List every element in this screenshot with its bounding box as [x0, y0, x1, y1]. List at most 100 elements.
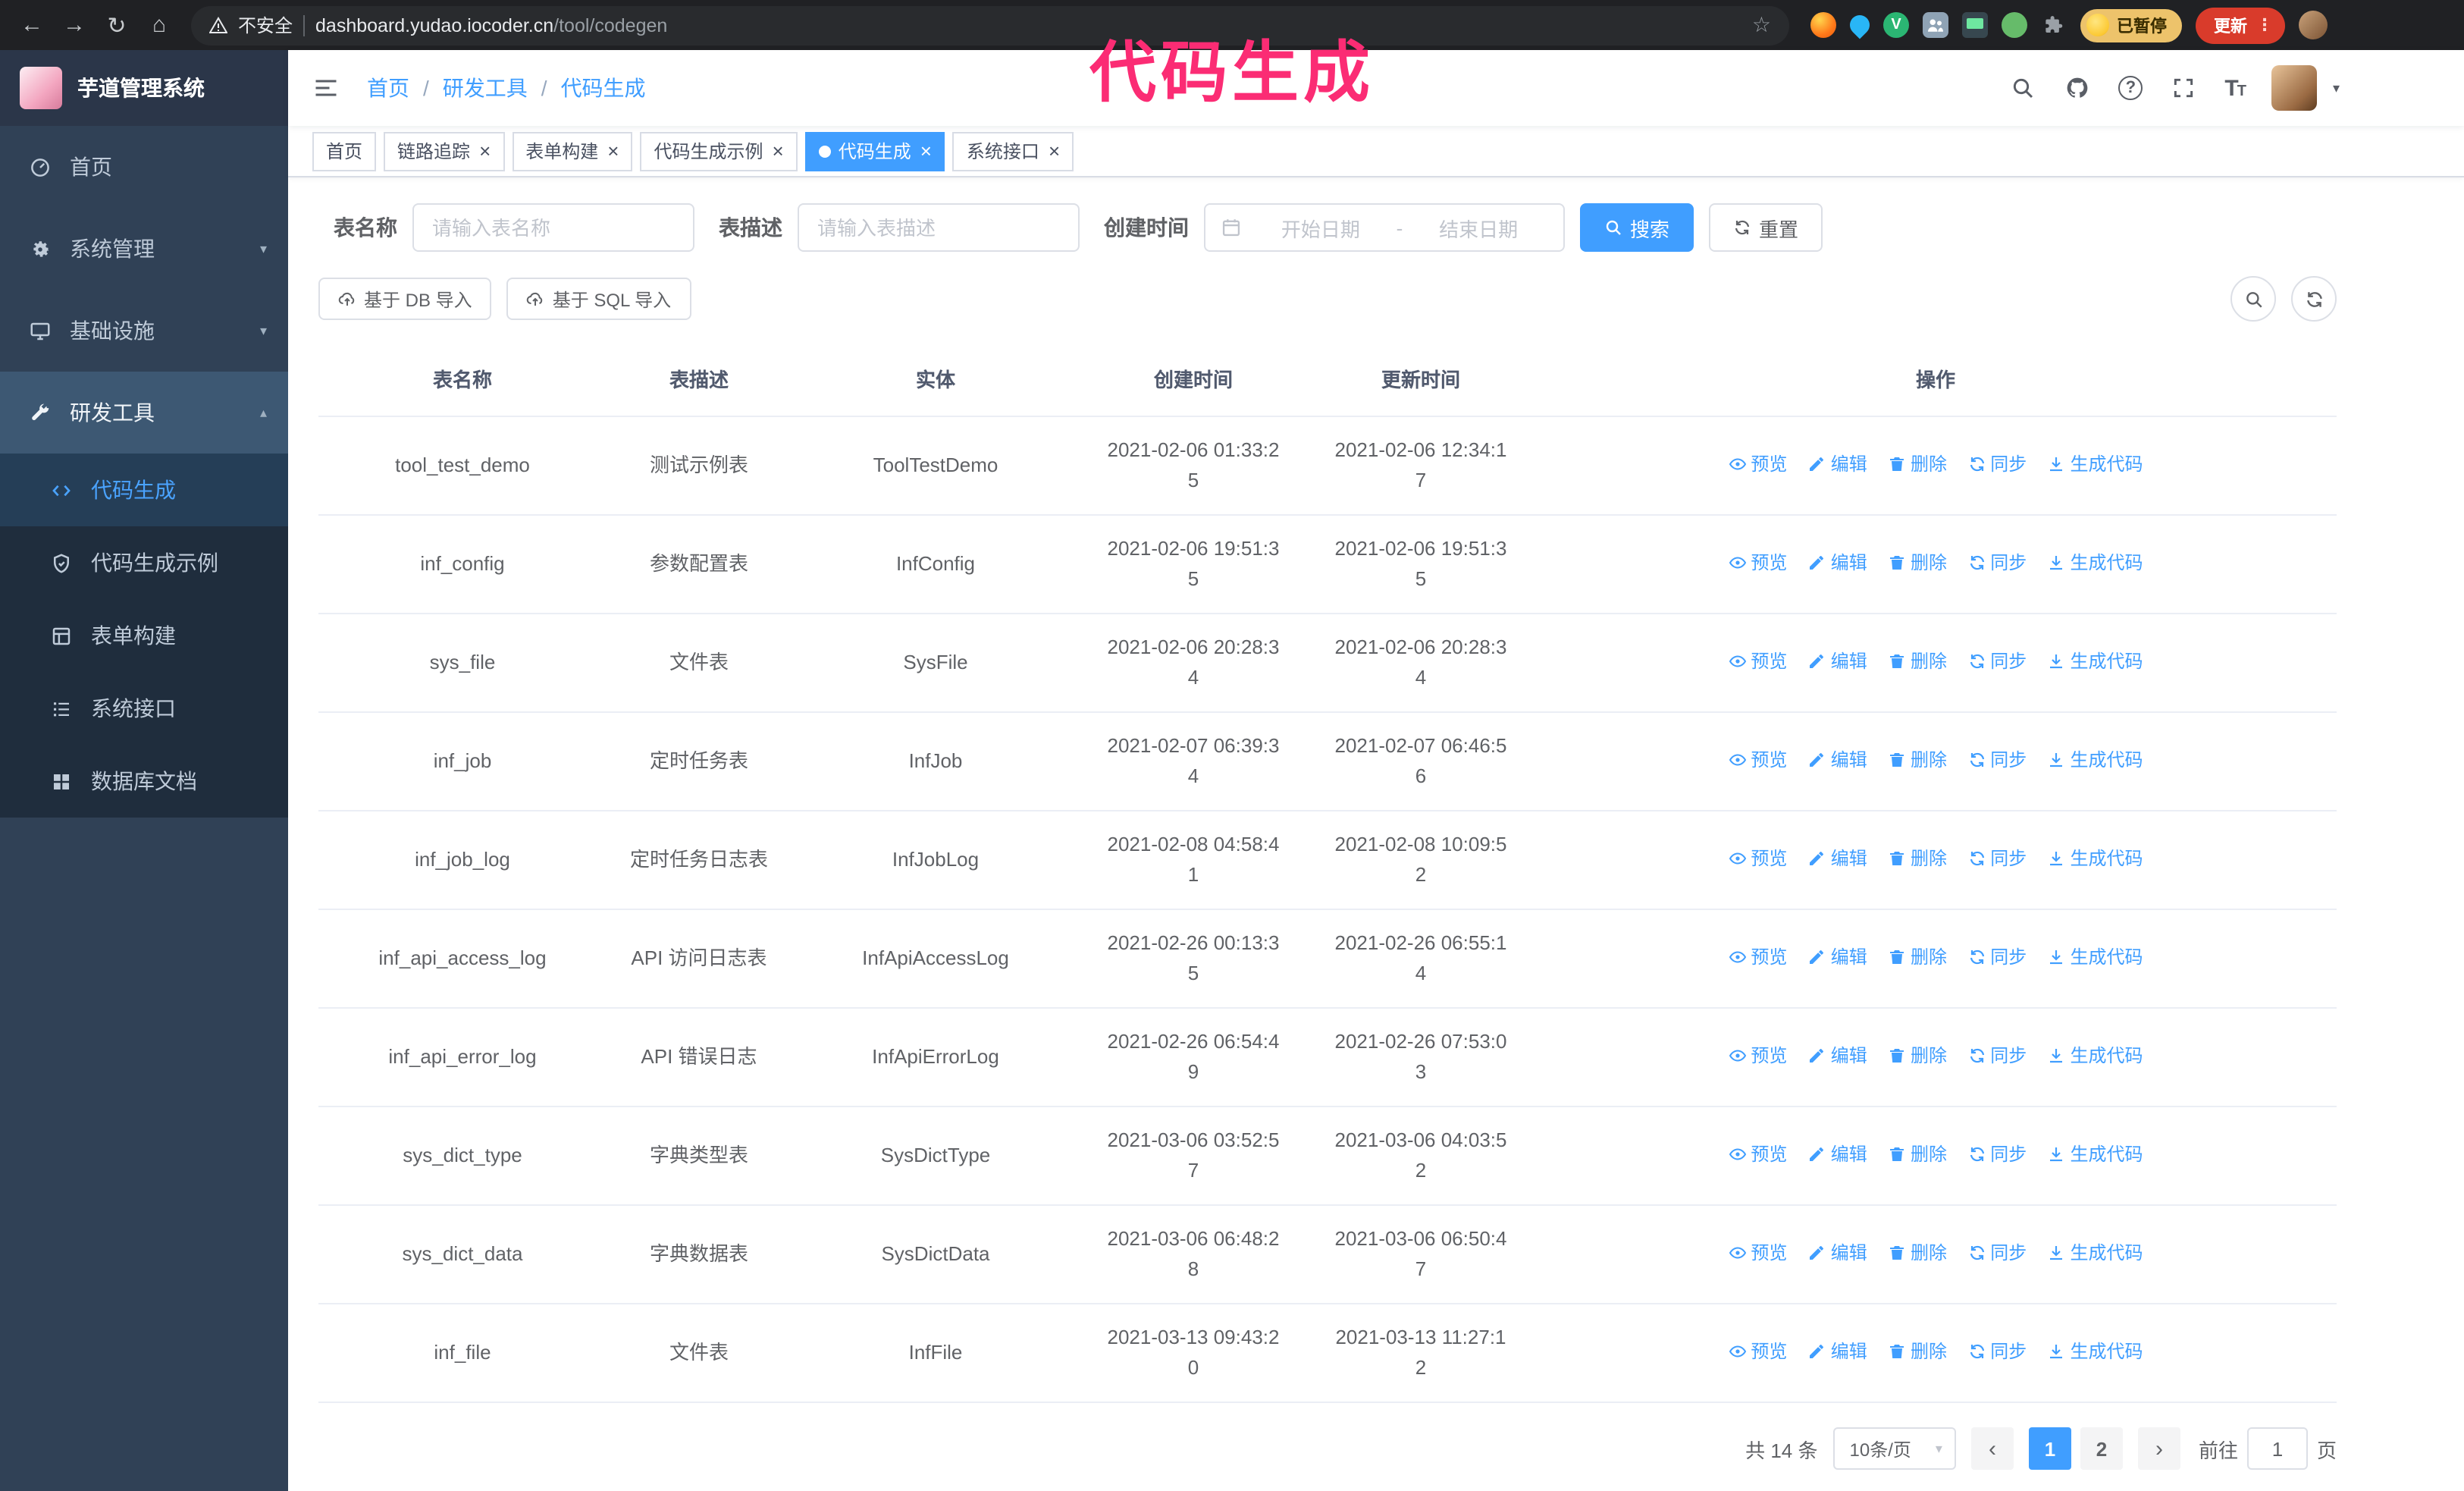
preview-link[interactable]: 预览: [1728, 942, 1787, 972]
sidebar-item-home[interactable]: 首页: [0, 126, 288, 208]
close-icon[interactable]: ×: [1049, 141, 1060, 161]
back-button[interactable]: ←: [12, 5, 52, 45]
generate-code-link[interactable]: 生成代码: [2048, 1336, 2143, 1367]
chevron-down-icon[interactable]: ▾: [2333, 80, 2340, 96]
help-icon[interactable]: ?: [2118, 76, 2143, 100]
table-desc-input[interactable]: [798, 203, 1080, 252]
vue-devtools-icon[interactable]: V: [1883, 12, 1909, 38]
sync-link[interactable]: 同步: [1967, 1336, 2027, 1367]
import-sql-button[interactable]: 基于 SQL 导入: [506, 278, 691, 320]
edit-link[interactable]: 编辑: [1808, 646, 1867, 676]
reset-button[interactable]: 重置: [1709, 203, 1823, 252]
page-size-select[interactable]: 10条/页 ▾: [1832, 1427, 1956, 1470]
delete-link[interactable]: 删除: [1888, 449, 1947, 479]
edit-link[interactable]: 编辑: [1808, 1041, 1867, 1071]
browser-home-button[interactable]: ⌂: [140, 5, 179, 45]
sync-link[interactable]: 同步: [1967, 745, 2027, 775]
goto-page-input[interactable]: [2246, 1427, 2308, 1470]
close-icon[interactable]: ×: [479, 141, 491, 161]
preview-link[interactable]: 预览: [1728, 1041, 1787, 1071]
forward-button[interactable]: →: [55, 5, 94, 45]
delete-link[interactable]: 删除: [1888, 843, 1947, 874]
extension-icon[interactable]: [1845, 11, 1874, 39]
sidebar-item-system-api[interactable]: 系统接口: [0, 672, 288, 745]
generate-code-link[interactable]: 生成代码: [2048, 646, 2143, 676]
generate-code-link[interactable]: 生成代码: [2048, 1139, 2143, 1169]
start-date-placeholder[interactable]: 开始日期: [1251, 213, 1390, 242]
sidebar-item-form-builder[interactable]: 表单构建: [0, 599, 288, 672]
close-icon[interactable]: ×: [773, 141, 784, 161]
sync-link[interactable]: 同步: [1967, 646, 2027, 676]
edit-link[interactable]: 编辑: [1808, 745, 1867, 775]
sidebar-item-dev-tools[interactable]: 研发工具 ▴: [0, 372, 288, 454]
delete-link[interactable]: 删除: [1888, 1336, 1947, 1367]
update-button[interactable]: 更新 ⋮: [2196, 7, 2285, 43]
fullscreen-icon[interactable]: [2170, 74, 2197, 102]
edit-link[interactable]: 编辑: [1808, 1139, 1867, 1169]
delete-link[interactable]: 删除: [1888, 745, 1947, 775]
close-icon[interactable]: ×: [607, 141, 619, 161]
preview-link[interactable]: 预览: [1728, 1336, 1787, 1367]
paused-badge[interactable]: 已暂停: [2080, 8, 2182, 42]
sync-link[interactable]: 同步: [1967, 1238, 2027, 1268]
preview-link[interactable]: 预览: [1728, 745, 1787, 775]
url-text[interactable]: dashboard.yudao.iocoder.cn/tool/codegen: [315, 14, 1741, 36]
breadcrumb-item[interactable]: 研发工具: [443, 73, 528, 103]
generate-code-link[interactable]: 生成代码: [2048, 1041, 2143, 1071]
generate-code-link[interactable]: 生成代码: [2048, 942, 2143, 972]
extensions-menu-icon[interactable]: [2041, 12, 2067, 38]
edit-link[interactable]: 编辑: [1808, 1336, 1867, 1367]
kebab-menu-icon[interactable]: ⋮: [2256, 15, 2273, 35]
edit-link[interactable]: 编辑: [1808, 1238, 1867, 1268]
sidebar-item-infrastructure[interactable]: 基础设施 ▾: [0, 290, 288, 372]
security-label[interactable]: 不安全: [238, 12, 293, 38]
close-icon[interactable]: ×: [920, 141, 932, 161]
generate-code-link[interactable]: 生成代码: [2048, 843, 2143, 874]
edit-link[interactable]: 编辑: [1808, 548, 1867, 578]
extension-icon[interactable]: [1810, 12, 1836, 38]
sync-link[interactable]: 同步: [1967, 1041, 2027, 1071]
tab-表单构建[interactable]: 表单构建 ×: [512, 131, 633, 171]
sidebar-item-code-generation-example[interactable]: 代码生成示例: [0, 526, 288, 599]
search-icon[interactable]: [2009, 74, 2036, 102]
table-name-input[interactable]: [412, 203, 694, 252]
preview-link[interactable]: 预览: [1728, 1238, 1787, 1268]
preview-link[interactable]: 预览: [1728, 449, 1787, 479]
tab-首页[interactable]: 首页: [312, 131, 377, 171]
refresh-table-button[interactable]: [2291, 276, 2337, 322]
edit-link[interactable]: 编辑: [1808, 942, 1867, 972]
sync-link[interactable]: 同步: [1967, 1139, 2027, 1169]
sidebar-item-code-generation[interactable]: 代码生成: [0, 454, 288, 526]
tab-系统接口[interactable]: 系统接口 ×: [952, 131, 1074, 171]
page-number-button[interactable]: 1: [2028, 1427, 2071, 1470]
preview-link[interactable]: 预览: [1728, 646, 1787, 676]
delete-link[interactable]: 删除: [1888, 1041, 1947, 1071]
breadcrumb-item[interactable]: 首页: [367, 73, 409, 103]
create-time-range-picker[interactable]: 开始日期 - 结束日期: [1204, 203, 1565, 252]
sidebar-item-system-management[interactable]: 系统管理 ▾: [0, 208, 288, 290]
sidebar-item-database-doc[interactable]: 数据库文档: [0, 745, 288, 818]
tab-代码生成示例[interactable]: 代码生成示例 ×: [640, 131, 798, 171]
sync-link[interactable]: 同步: [1967, 942, 2027, 972]
tab-代码生成[interactable]: 代码生成 ×: [804, 131, 945, 171]
generate-code-link[interactable]: 生成代码: [2048, 1238, 2143, 1268]
delete-link[interactable]: 删除: [1888, 646, 1947, 676]
delete-link[interactable]: 删除: [1888, 1139, 1947, 1169]
generate-code-link[interactable]: 生成代码: [2048, 548, 2143, 578]
next-page-button[interactable]: ›: [2137, 1427, 2180, 1470]
sync-link[interactable]: 同步: [1967, 843, 2027, 874]
address-bar[interactable]: 不安全 dashboard.yudao.iocoder.cn/tool/code…: [191, 5, 1789, 45]
search-button[interactable]: 搜索: [1580, 203, 1694, 252]
preview-link[interactable]: 预览: [1728, 843, 1787, 874]
delete-link[interactable]: 删除: [1888, 942, 1947, 972]
browser-profile-avatar[interactable]: [2299, 11, 2328, 39]
edit-link[interactable]: 编辑: [1808, 449, 1867, 479]
preview-link[interactable]: 预览: [1728, 1139, 1787, 1169]
extension-icon[interactable]: [2002, 12, 2027, 38]
toggle-search-button[interactable]: [2230, 276, 2276, 322]
end-date-placeholder[interactable]: 结束日期: [1409, 213, 1548, 242]
prev-page-button[interactable]: ‹: [1970, 1427, 2014, 1470]
sync-link[interactable]: 同步: [1967, 548, 2027, 578]
preview-link[interactable]: 预览: [1728, 548, 1787, 578]
delete-link[interactable]: 删除: [1888, 548, 1947, 578]
